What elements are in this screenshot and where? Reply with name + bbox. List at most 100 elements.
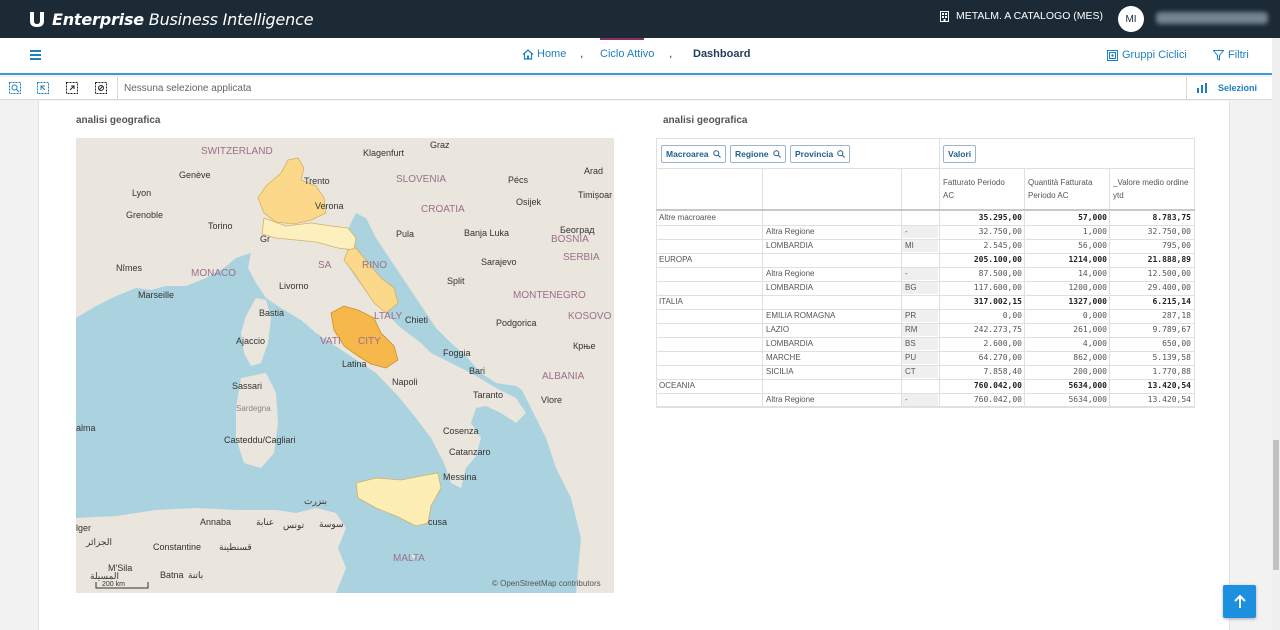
scroll-to-top-button[interactable] bbox=[1223, 585, 1256, 618]
dim-regione-button[interactable]: Regione bbox=[730, 145, 786, 163]
total-value-cell: 1327,000 bbox=[1068, 297, 1107, 306]
total-value-cell: 6.215,14 bbox=[1152, 297, 1191, 306]
map-label: MONTENEGRO bbox=[513, 290, 586, 301]
macroarea-cell: OCEANIA bbox=[659, 381, 696, 390]
macroarea-cell: Altre macroaree bbox=[659, 213, 716, 222]
logo-icon bbox=[30, 12, 44, 27]
map-label: الجزائر bbox=[85, 537, 112, 548]
map-label: Grenoble bbox=[126, 210, 163, 220]
selezioni-button[interactable]: Selezioni bbox=[1196, 82, 1257, 94]
provincia-cell: PR bbox=[905, 311, 917, 320]
scrollbar-thumb[interactable] bbox=[1273, 440, 1279, 570]
regione-cell: EMILIA ROMAGNA bbox=[766, 311, 836, 320]
total-value-cell: 760.042,00 bbox=[973, 381, 1022, 390]
value-cell: 117.600,00 bbox=[973, 283, 1022, 292]
filtri-button[interactable]: Filtri bbox=[1213, 49, 1249, 61]
map-label: SA bbox=[318, 260, 332, 271]
selection-bar: Nessuna selezione applicata Selezioni bbox=[0, 77, 1272, 100]
total-value-cell: 57,000 bbox=[1078, 213, 1107, 222]
map-label: ALBANIA bbox=[542, 371, 585, 382]
map-label: Taranto bbox=[473, 390, 503, 400]
avatar[interactable]: MI bbox=[1118, 6, 1144, 32]
username[interactable] bbox=[1156, 12, 1268, 24]
value-cell: 12.500,00 bbox=[1147, 269, 1191, 278]
pivot-table[interactable]: Macroarea Regione Provincia Valori Fattu… bbox=[656, 138, 1195, 408]
map-label: Trento bbox=[304, 176, 330, 186]
company-name: METALM. A CATALOGO (MES) bbox=[956, 10, 1104, 22]
value-cell: 0,00 bbox=[1002, 311, 1022, 320]
total-value-cell: 8.783,75 bbox=[1152, 213, 1191, 222]
map-label: KOSOVO bbox=[568, 311, 612, 322]
map-label: SERBIA bbox=[563, 252, 600, 263]
dim-provincia-button[interactable]: Provincia bbox=[790, 145, 851, 163]
map-label: Pula bbox=[396, 229, 414, 239]
search-icon bbox=[712, 150, 721, 158]
total-value-cell: 13.420,54 bbox=[1147, 381, 1191, 390]
regione-cell: LOMBARDIA bbox=[766, 339, 814, 348]
total-value-cell: 5634,000 bbox=[1068, 381, 1107, 390]
map-label: Genève bbox=[179, 170, 211, 180]
macroarea-cell: EUROPA bbox=[659, 255, 693, 264]
map-label: Casteddu/Cagliari bbox=[224, 435, 296, 445]
groups-icon bbox=[1107, 49, 1118, 61]
map-label: تونس bbox=[283, 520, 305, 531]
map-label: Annaba bbox=[200, 517, 231, 527]
breadcrumb-ciclo-attivo[interactable]: Ciclo Attivo bbox=[600, 48, 654, 60]
company-selector[interactable]: METALM. A CATALOGO (MES) bbox=[940, 10, 1103, 22]
map-attribution: © OpenStreetMap contributors bbox=[492, 579, 601, 588]
map-label: MONACO bbox=[191, 268, 236, 279]
value-cell: 32.750,00 bbox=[978, 227, 1022, 236]
map-label: Pécs bbox=[508, 175, 529, 185]
map-label: lger bbox=[76, 523, 91, 533]
map-label: CROATIA bbox=[421, 204, 465, 215]
map-label: Catanzaro bbox=[449, 447, 491, 457]
map-label: Chieti bbox=[405, 315, 428, 325]
map-label: Klagenfurt bbox=[363, 148, 405, 158]
breadcrumb-home[interactable]: Home bbox=[522, 48, 566, 60]
back-selection-icon[interactable] bbox=[37, 82, 49, 94]
dim-macroarea-button[interactable]: Macroarea bbox=[661, 145, 726, 163]
provincia-cell: RM bbox=[905, 325, 918, 334]
total-value-cell: 317.002,15 bbox=[973, 297, 1022, 306]
map-label: Livorno bbox=[279, 281, 309, 291]
column-header-quantita[interactable]: Quantità Fatturata Periodo AC bbox=[1028, 176, 1092, 202]
value-cell: 13.420,54 bbox=[1147, 395, 1191, 404]
map-label: SWITZERLAND bbox=[201, 146, 273, 157]
map-canvas[interactable]: SWITZERLAND SLOVENIA CROATIA BOSNIA SERB… bbox=[76, 138, 614, 593]
value-cell: 2.545,00 bbox=[983, 241, 1022, 250]
map-label: Ajaccio bbox=[236, 336, 265, 346]
value-cell: 5634,000 bbox=[1068, 395, 1107, 404]
regione-cell: LOMBARDIA bbox=[766, 283, 814, 292]
map-label: Latina bbox=[342, 359, 367, 369]
menu-icon[interactable] bbox=[30, 50, 41, 60]
map-label: Gr bbox=[260, 234, 270, 244]
column-header-fatturato[interactable]: Fatturato Periodo AC bbox=[943, 176, 1005, 202]
valori-button[interactable]: Valori bbox=[943, 145, 977, 163]
value-cell: 29.400,00 bbox=[1147, 283, 1191, 292]
clear-selection-icon[interactable] bbox=[95, 82, 107, 94]
regione-cell: SICILIA bbox=[766, 367, 794, 376]
map-label: Vlore bbox=[541, 395, 562, 405]
table-panel-title: analisi geografica bbox=[663, 115, 748, 126]
forward-selection-icon[interactable] bbox=[66, 82, 78, 94]
value-cell: 1,000 bbox=[1082, 227, 1107, 236]
value-cell: 862,000 bbox=[1073, 353, 1107, 362]
gruppi-ciclici-button[interactable]: Gruppi Ciclici bbox=[1107, 49, 1187, 61]
app-logo[interactable]: Enterprise Business Intelligence bbox=[28, 10, 314, 29]
column-header-valore-medio[interactable]: _Valore medio ordine ytd bbox=[1113, 176, 1188, 202]
zoom-selection-icon[interactable] bbox=[9, 82, 21, 94]
map-label: بنزرت bbox=[304, 496, 327, 507]
bar-chart-icon bbox=[1197, 83, 1207, 93]
value-cell: 1.770,88 bbox=[1152, 367, 1191, 376]
map-label: Foggia bbox=[443, 348, 471, 358]
map-label: Крње bbox=[573, 341, 596, 351]
map-label: قسنطينة bbox=[219, 542, 252, 552]
regione-cell: LAZIO bbox=[766, 325, 790, 334]
map-label: المسيلة bbox=[90, 571, 119, 581]
geo-map[interactable]: SWITZERLAND SLOVENIA CROATIA BOSNIA SERB… bbox=[76, 138, 614, 593]
map-label: Split bbox=[447, 276, 465, 286]
selection-status: Nessuna selezione applicata bbox=[124, 83, 252, 94]
provincia-cell: - bbox=[905, 227, 908, 236]
regione-cell: MARCHE bbox=[766, 353, 801, 362]
map-label: MALTA bbox=[393, 553, 425, 564]
